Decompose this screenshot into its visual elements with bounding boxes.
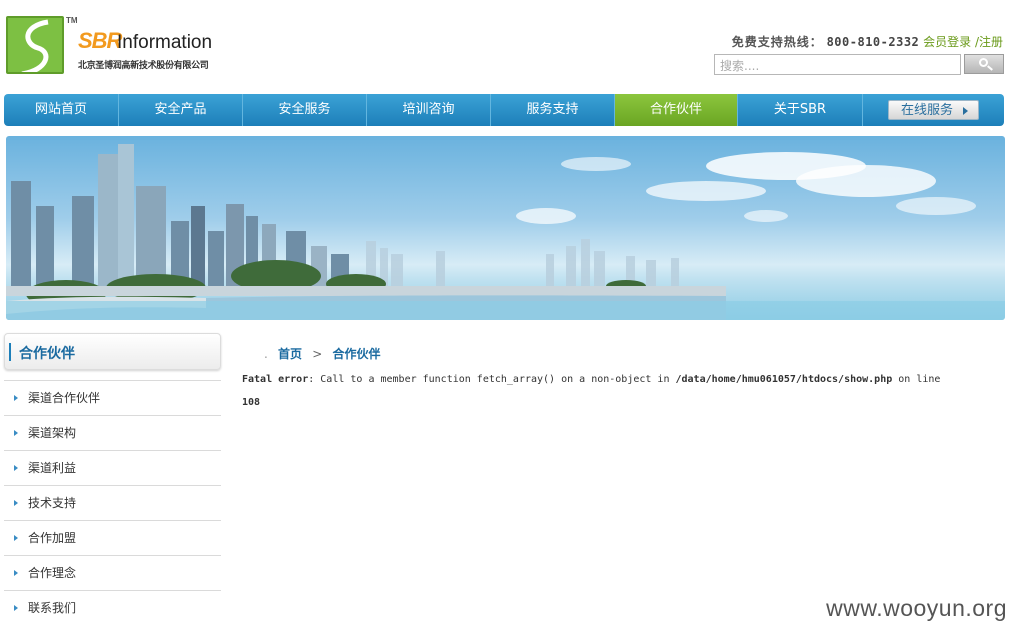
main-nav: 网站首页 安全产品 安全服务 培训咨询 服务支持 合作伙伴 关于SBR 在线服务 xyxy=(4,94,1004,126)
error-online: on line xyxy=(892,374,941,385)
online-service-label: 在线服务 xyxy=(901,103,954,118)
sidebar-item-label: 渠道架构 xyxy=(28,426,77,440)
logo-brand-sbr: SBR xyxy=(78,28,122,53)
breadcrumb: . 首页 > 合作伙伴 xyxy=(264,345,380,362)
hotline-number: 800-810-2332 xyxy=(826,35,920,49)
error-text: : Call to a member function fetch_array(… xyxy=(308,374,676,385)
sidebar-item-channel-partners[interactable]: 渠道合作伙伴 xyxy=(4,380,221,415)
sidebar-item-label: 技术支持 xyxy=(28,496,77,510)
logo-s-mark-icon xyxy=(6,16,64,74)
sidebar-item-join[interactable]: 合作加盟 xyxy=(4,520,221,555)
sidebar-item-contact[interactable]: 联系我们 xyxy=(4,590,221,625)
site-logo[interactable]: TM SBR Information 北京圣博润高新技术股份有限公司 xyxy=(6,16,228,76)
sidebar-item-tech-support[interactable]: 技术支持 xyxy=(4,485,221,520)
sidebar-menu: 渠道合作伙伴 渠道架构 渠道利益 技术支持 合作加盟 合作理念 联系我们 xyxy=(4,380,221,625)
breadcrumb-current: 合作伙伴 xyxy=(332,347,381,361)
error-file-path: /data/home/hmu061057/htdocs/show.php xyxy=(675,374,893,385)
sidebar-item-label: 合作理念 xyxy=(28,566,77,580)
sidebar-item-label: 渠道利益 xyxy=(28,461,77,475)
nav-online-service-cell: 在线服务 xyxy=(863,94,1004,126)
logo-company-name: 北京圣博润高新技术股份有限公司 xyxy=(78,61,209,71)
watermark: www.wooyun.org xyxy=(826,595,1007,621)
bullet-arrow-icon xyxy=(14,430,18,436)
hero-banner xyxy=(6,136,1005,320)
nav-item-about[interactable]: 关于SBR xyxy=(738,94,863,126)
nav-item-training[interactable]: 培训咨询 xyxy=(367,94,491,126)
online-service-button[interactable]: 在线服务 xyxy=(888,100,979,120)
bullet-arrow-icon xyxy=(14,500,18,506)
sidebar-title-accent xyxy=(9,343,11,361)
sidebar-item-channel-structure[interactable]: 渠道架构 xyxy=(4,415,221,450)
sidebar-title: 合作伙伴 xyxy=(19,346,75,362)
php-error-message: Fatal error: Call to a member function f… xyxy=(242,368,992,414)
city-skyline-image xyxy=(6,144,1005,320)
nav-item-services[interactable]: 安全服务 xyxy=(243,94,367,126)
bullet-arrow-icon xyxy=(14,465,18,471)
bullet-arrow-icon xyxy=(14,395,18,401)
search-icon-handle xyxy=(987,65,993,71)
nav-item-home[interactable]: 网站首页 xyxy=(4,94,119,126)
nav-item-partners[interactable]: 合作伙伴 xyxy=(615,94,738,126)
search-button[interactable] xyxy=(964,54,1004,74)
bullet-arrow-icon xyxy=(14,605,18,611)
error-line-number: 108 xyxy=(242,397,261,408)
hotline-label: 免费支持热线： xyxy=(731,35,823,49)
sidebar-item-philosophy[interactable]: 合作理念 xyxy=(4,555,221,590)
sidebar-title-box: 合作伙伴 xyxy=(4,333,221,370)
nav-item-products[interactable]: 安全产品 xyxy=(119,94,243,126)
bullet-arrow-icon xyxy=(14,535,18,541)
error-label: Fatal error xyxy=(242,374,309,385)
sidebar-item-channel-benefits[interactable]: 渠道利益 xyxy=(4,450,221,485)
logo-trademark: TM xyxy=(66,16,78,25)
sidebar-item-label: 合作加盟 xyxy=(28,531,77,545)
logo-brand-information: Information xyxy=(117,32,213,53)
arrow-right-icon xyxy=(963,107,968,115)
sidebar-item-label: 渠道合作伙伴 xyxy=(28,391,101,405)
register-link[interactable]: /注册 xyxy=(975,35,1003,49)
breadcrumb-separator: > xyxy=(312,347,323,361)
bullet-arrow-icon xyxy=(14,570,18,576)
sidebar-item-label: 联系我们 xyxy=(28,601,77,615)
search-input[interactable]: 搜索.... xyxy=(714,54,961,75)
breadcrumb-home-link[interactable]: 首页 xyxy=(278,347,302,361)
hotline-bar: 免费支持热线： 800-810-2332 会员登录 /注册 xyxy=(732,33,1003,50)
breadcrumb-lead: . xyxy=(264,347,268,361)
page: TM SBR Information 北京圣博润高新技术股份有限公司 免费支持热… xyxy=(0,0,1017,640)
login-link[interactable]: 会员登录 xyxy=(923,35,971,49)
nav-item-support[interactable]: 服务支持 xyxy=(491,94,615,126)
